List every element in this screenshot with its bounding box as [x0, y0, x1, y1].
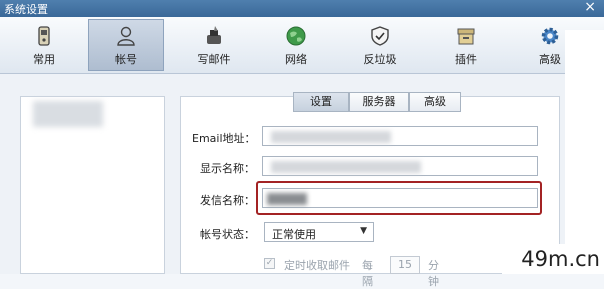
toolbar-item-label: 插件	[455, 53, 477, 66]
inkwell-icon	[207, 26, 221, 44]
sender-name-highlight	[256, 181, 542, 215]
blurred-account-entry[interactable]	[33, 101, 103, 127]
account-status-label: 帐号状态：	[200, 228, 255, 241]
sender-name-label: 发信名称：	[200, 194, 255, 207]
account-list[interactable]	[20, 96, 165, 274]
gear-icon	[541, 27, 559, 45]
chevron-down-icon: ▼	[360, 226, 367, 236]
toolbar-item-label: 反垃圾	[363, 53, 397, 66]
toolbar-item-compose[interactable]: 写邮件	[176, 19, 252, 71]
toolbar-item-label: 常用	[33, 53, 55, 66]
auto-fetch-label: 定时收取邮件	[284, 259, 350, 272]
account-status-select[interactable]: 正常使用 ▼	[264, 222, 374, 242]
toolbar-item-label: 网络	[285, 53, 307, 66]
display-name-field[interactable]	[262, 156, 538, 176]
toolbar-item-label: 帐号	[115, 53, 137, 66]
interval-prefix: 每隔	[362, 259, 373, 288]
title-bar: 系统设置 ×	[0, 0, 604, 17]
box-icon	[457, 28, 475, 45]
toolbar-item-antispam[interactable]: 反垃圾	[342, 19, 418, 71]
toolbar-item-account[interactable]: 帐号	[88, 19, 164, 71]
window-title: 系统设置	[4, 3, 48, 16]
display-name-label: 显示名称：	[200, 162, 255, 175]
cropped-edge	[565, 30, 604, 244]
toolbar: 常用 帐号 写邮件 网络 反垃圾 插件 高级	[0, 17, 604, 74]
tab-server[interactable]: 服务器	[349, 92, 409, 112]
site-watermark: 49m.cn	[502, 244, 604, 274]
tab-advanced[interactable]: 高级	[409, 92, 461, 112]
close-icon[interactable]: ×	[584, 0, 596, 15]
toolbar-item-network[interactable]: 网络	[258, 19, 334, 71]
interval-unit: 分钟	[428, 259, 439, 288]
email-label: Email地址：	[192, 132, 256, 145]
toolbar-item-common[interactable]: 常用	[6, 19, 82, 71]
tab-settings[interactable]: 设置	[293, 92, 349, 112]
account-status-value: 正常使用	[272, 228, 316, 241]
blurred-email-value	[271, 131, 391, 143]
email-field[interactable]	[262, 126, 538, 146]
phone-icon	[38, 26, 50, 46]
toolbar-item-plugins[interactable]: 插件	[428, 19, 504, 71]
shield-icon	[371, 26, 389, 46]
user-icon	[117, 26, 135, 46]
globe-icon	[286, 26, 306, 46]
toolbar-item-label: 写邮件	[197, 53, 231, 66]
interval-input[interactable]: 15	[390, 256, 420, 274]
settings-window: 系统设置 × 常用 帐号 写邮件 网络 反垃圾 插件 高级 设置 服务器 高级 …	[0, 0, 604, 288]
auto-fetch-checkbox[interactable]: ✓	[264, 258, 275, 269]
blurred-display-name	[271, 161, 421, 173]
